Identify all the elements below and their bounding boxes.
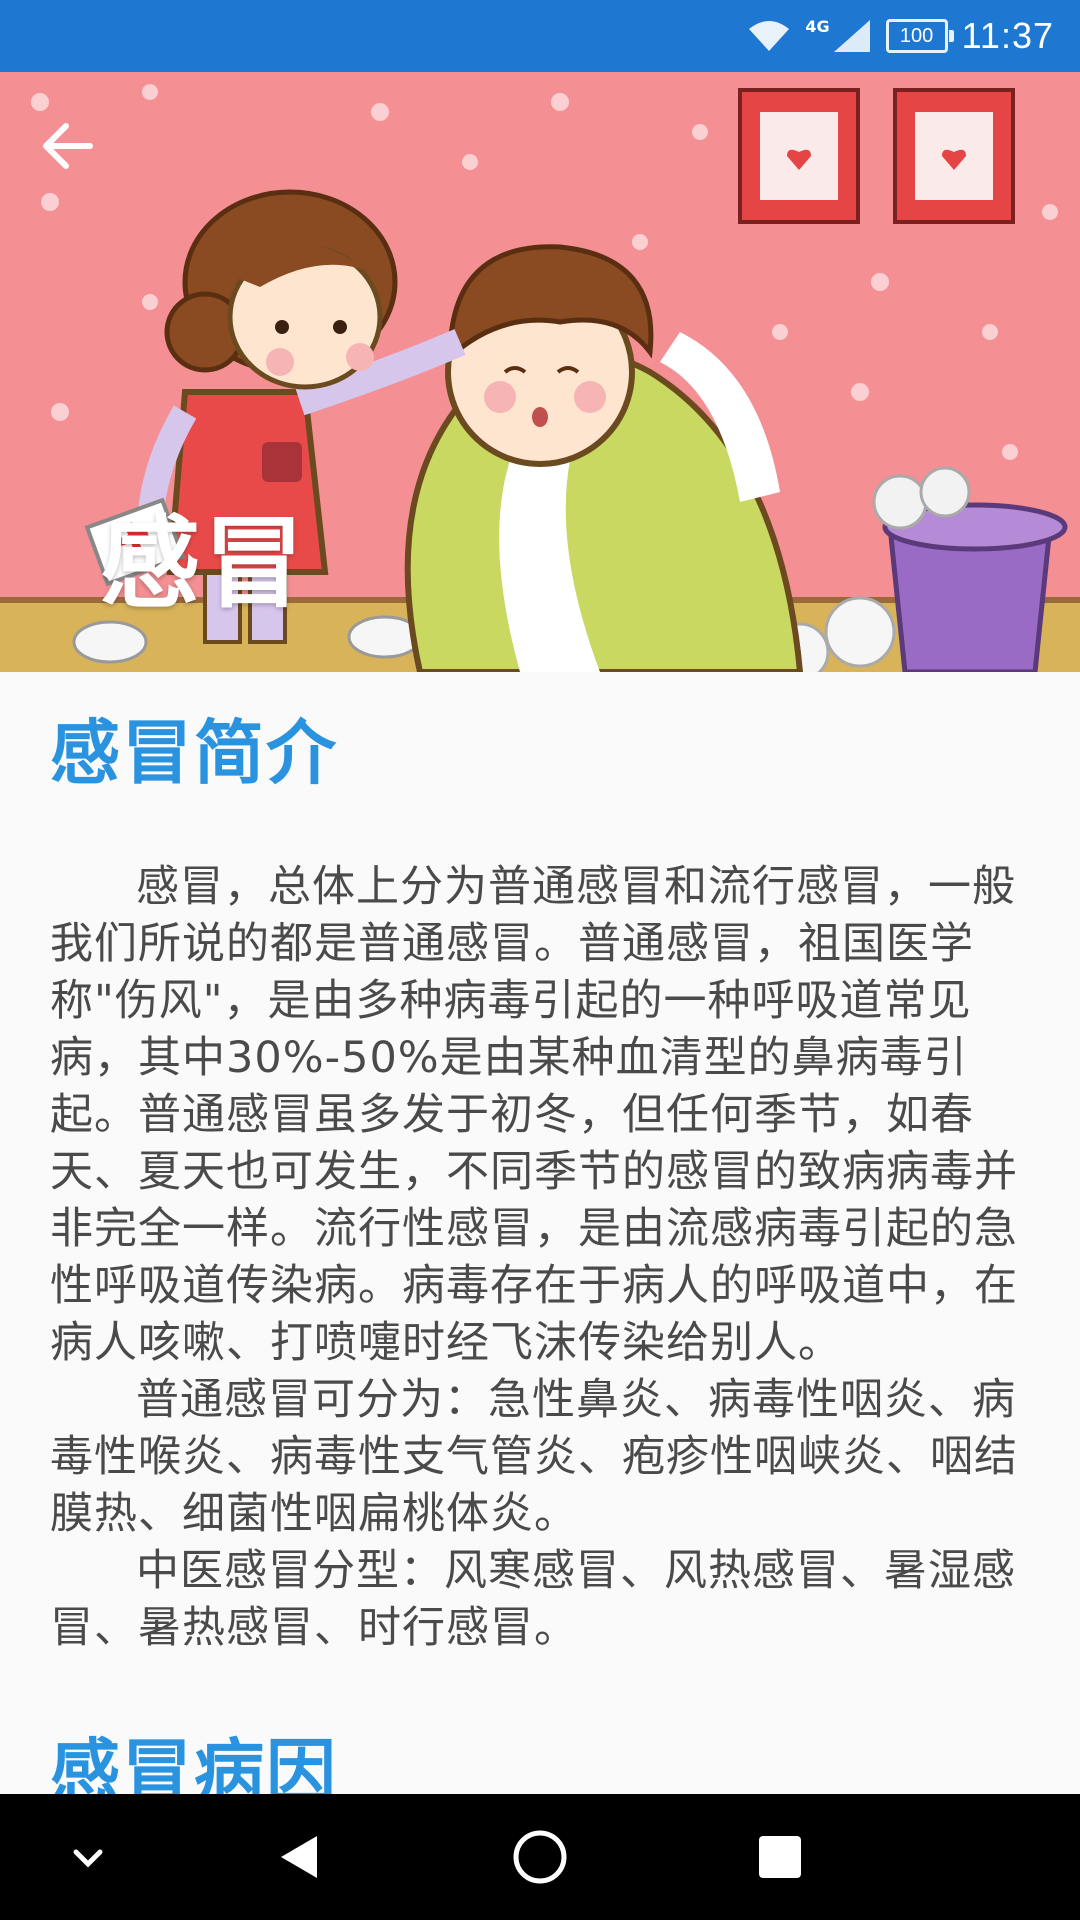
- hide-keyboard-button[interactable]: [18, 1794, 158, 1920]
- paragraph: 中医感冒分型：风寒感冒、风热感冒、暑湿感冒、暑热感冒、时行感冒。: [50, 1546, 1016, 1653]
- status-icons: 4G 100 11:37: [747, 0, 1054, 72]
- recents-square-icon: [759, 1836, 801, 1878]
- page-title: 感冒: [100, 505, 308, 622]
- section-body-intro: 感冒，总体上分为普通感冒和流行感冒，一般我们所说的都是普通感冒。普通感冒，祖国医…: [50, 859, 1036, 1657]
- status-bar: 4G 100 11:37: [0, 0, 1080, 72]
- home-circle-icon: [513, 1830, 567, 1884]
- nav-home-button[interactable]: [470, 1794, 610, 1920]
- wifi-icon: [749, 21, 790, 51]
- cell-signal-icon: [833, 20, 870, 52]
- nav-back-button[interactable]: [230, 1794, 370, 1920]
- chevron-down-icon: [73, 1849, 103, 1868]
- status-time: 11:37: [961, 15, 1054, 56]
- paragraph: 普通感冒可分为：急性鼻炎、病毒性咽炎、病毒性喉炎、病毒性支气管炎、疱疹性咽峡炎、…: [50, 1375, 1018, 1539]
- arrow-left-icon: [43, 123, 93, 169]
- article-content[interactable]: 感冒简介 感冒，总体上分为普通感冒和流行感冒，一般我们所说的都是普通感冒。普通感…: [0, 672, 1080, 1794]
- paragraph: 感冒，总体上分为普通感冒和流行感冒，一般我们所说的都是普通感冒。普通感冒，祖国医…: [50, 862, 1018, 1368]
- battery-icon: 100: [885, 19, 954, 53]
- section-title-causes: 感冒病因: [50, 1731, 338, 1794]
- nav-recents-button[interactable]: [710, 1794, 850, 1920]
- back-button[interactable]: [40, 122, 130, 212]
- navigation-bar: [0, 1794, 1080, 1920]
- back-triangle-icon: [281, 1836, 317, 1878]
- header-image: 感冒: [0, 72, 1080, 672]
- section-title-intro: 感冒简介: [50, 712, 338, 794]
- network-type-label: 4G: [805, 16, 830, 36]
